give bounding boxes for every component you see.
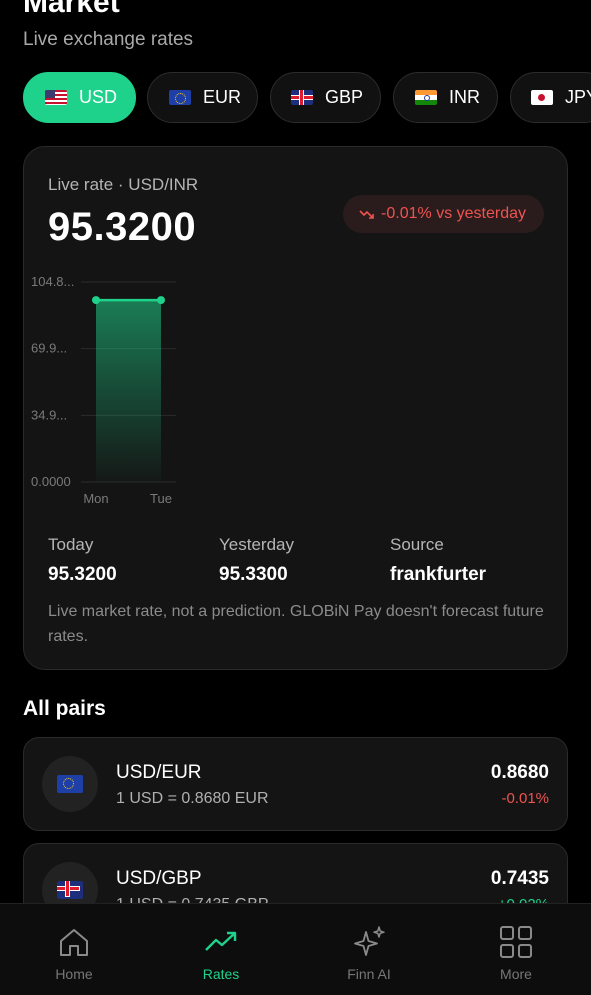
stat-value: 95.3300 [219,564,288,585]
currency-chip-inr[interactable]: INR [393,72,498,123]
stat-today: Today 95.3200 [48,535,117,586]
sparkles-icon [354,926,385,956]
chart-point [157,296,165,305]
disclaimer: Live market rate, not a prediction. GLOB… [48,603,544,645]
pair-conversion: 1 USD = 0.8680 EUR [116,790,269,807]
rate-chart: 104.8... 69.9... 34.9... 0.0000 Mon Tue [31,274,176,506]
live-rate-value: 95.3200 [48,205,197,249]
stat-value: 95.3200 [48,564,117,585]
page-subtitle: Live exchange rates [23,29,194,50]
home-icon [60,929,88,956]
stat-value: frankfurter [390,564,487,585]
tab-label: More [500,966,532,982]
currency-chip-jpy[interactable]: JPY [510,72,591,123]
y-tick-label: 34.9... [31,407,67,422]
y-tick-label: 0.0000 [31,474,71,489]
in-flag-icon [415,90,437,105]
stat-source: Source frankfurter [390,535,486,586]
stat-label: Yesterday [219,535,294,554]
page-title: Market [23,0,120,19]
change-text: -0.01% vs yesterday [381,205,526,222]
live-rate-label: Live rate · USD/INR [48,175,199,194]
tab-label: Finn AI [347,966,391,982]
gb-flag-icon [291,90,313,105]
all-pairs-title: All pairs [23,697,106,720]
tab-more[interactable]: More [456,904,576,995]
bottom-tab-bar: Home Rates Finn AI More [0,903,591,995]
tab-rates[interactable]: Rates [161,904,281,995]
tab-label: Home [55,966,93,982]
currency-chip-label: GBP [325,87,364,107]
x-tick-label: Tue [150,491,172,506]
chart-area-fill [96,300,161,482]
trending-up-icon [205,931,237,951]
stat-yesterday: Yesterday 95.3300 [219,535,294,586]
y-tick-label: 69.9... [31,341,67,356]
stat-label: Source [390,535,444,554]
currency-chip-label: EUR [203,87,242,107]
grid-icon [500,926,532,958]
currency-chip-usd[interactable]: USD [23,72,136,123]
eu-flag-icon [169,90,191,105]
gb-flag-icon [57,881,83,899]
change-badge: -0.01% vs yesterday [343,195,544,233]
tab-finn-ai[interactable]: Finn AI [309,904,429,995]
pair-row-usd-eur[interactable]: USD/EUR 1 USD = 0.8680 EUR 0.8680 -0.01% [23,737,568,831]
chart-point [92,296,100,305]
y-tick-label: 104.8... [31,274,74,289]
us-flag-icon [45,90,67,105]
pair-name: USD/EUR [116,762,202,783]
currency-selector: USD EUR GBP INR JPY [23,72,591,124]
trending-down-icon [359,210,374,219]
eu-flag-icon [57,775,83,793]
jp-flag-icon [531,90,553,105]
pair-rate: 0.7435 [490,868,549,889]
currency-chip-label: INR [449,87,480,107]
currency-chip-label: USD [79,87,118,107]
stat-label: Today [48,535,94,554]
x-tick-label: Mon [83,491,108,506]
pair-avatar [42,756,98,812]
tab-home[interactable]: Home [14,904,134,995]
currency-chip-label: JPY [565,87,591,107]
pair-rate: 0.8680 [490,762,549,783]
pair-name: USD/GBP [116,868,202,889]
tab-label: Rates [202,966,240,982]
currency-chip-eur[interactable]: EUR [147,72,258,123]
pair-change: -0.01% [501,790,549,807]
live-rate-card: Live rate · USD/INR 95.3200 -0.01% vs ye… [23,146,568,670]
currency-chip-gbp[interactable]: GBP [270,72,381,123]
